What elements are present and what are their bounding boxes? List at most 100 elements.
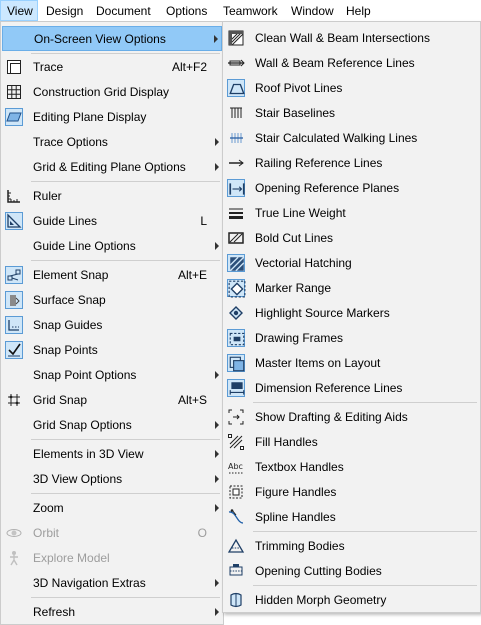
- submenu-item-bold-cut-lines[interactable]: Bold Cut Lines: [224, 226, 479, 251]
- submenu-item-cutting-bodies[interactable]: Opening Cutting Bodies: [224, 559, 479, 584]
- menu-item-3d-navigation-extras[interactable]: 3D Navigation Extras: [2, 571, 222, 596]
- menu-item-label: Snap Guides: [33, 318, 103, 332]
- shortcut-label: O: [197, 526, 207, 540]
- figure-handles-icon: [227, 483, 245, 501]
- menu-bar: View Design Document Options Teamwork Wi…: [0, 0, 481, 21]
- menu-item-grid-editing-plane-options[interactable]: Grid & Editing Plane Options: [2, 155, 222, 180]
- submenu-item-label: Wall & Beam Reference Lines: [255, 56, 415, 70]
- menu-item-label: Orbit: [33, 526, 60, 540]
- menu-item-label: Trace Options: [33, 135, 108, 149]
- menu-item-editing-plane-display[interactable]: Editing Plane Display: [2, 105, 222, 130]
- menu-item-element-snap[interactable]: Element Snap Alt+E: [2, 263, 222, 288]
- menu-separator: [31, 439, 220, 440]
- menu-separator: [31, 53, 220, 54]
- submenu-item-stair-baselines[interactable]: Stair Baselines: [224, 101, 479, 126]
- submenu-item-clean-intersections[interactable]: Clean Wall & Beam Intersections: [224, 26, 479, 51]
- guide-lines-icon: [5, 212, 23, 230]
- railing-reference-icon: [227, 154, 245, 172]
- menu-item-construction-grid-display[interactable]: Construction Grid Display: [2, 80, 222, 105]
- submenu-item-drawing-frames[interactable]: Drawing Frames: [224, 326, 479, 351]
- submenu-item-marker-range[interactable]: Marker Range: [224, 276, 479, 301]
- submenu-arrow-icon: [215, 138, 219, 146]
- menu-item-label: Trace: [33, 60, 64, 74]
- submenu-item-drafting-aids[interactable]: Show Drafting & Editing Aids: [224, 405, 479, 430]
- menu-item-label: Element Snap: [33, 268, 109, 282]
- submenu-item-label: Roof Pivot Lines: [255, 81, 343, 95]
- submenu-item-reference-lines[interactable]: Wall & Beam Reference Lines: [224, 51, 479, 76]
- menu-item-ruler[interactable]: Ruler: [2, 184, 222, 209]
- submenu-item-label: Railing Reference Lines: [255, 156, 383, 170]
- submenu-item-dimension-reference[interactable]: Dimension Reference Lines: [224, 376, 479, 401]
- construction-grid-icon: [5, 83, 23, 101]
- submenu-item-walking-lines[interactable]: Stair Calculated Walking Lines: [224, 126, 479, 151]
- submenu-item-label: Dimension Reference Lines: [255, 381, 403, 395]
- submenu-item-railing-reference[interactable]: Railing Reference Lines: [224, 151, 479, 176]
- submenu-item-label: Clean Wall & Beam Intersections: [255, 31, 430, 45]
- submenu-item-figure-handles[interactable]: Figure Handles: [224, 480, 479, 505]
- snap-guides-icon: [5, 316, 23, 334]
- menu-item-snap-point-options[interactable]: Snap Point Options: [2, 363, 222, 388]
- menu-item-label: Guide Lines: [33, 214, 98, 228]
- menu-design[interactable]: Design: [40, 0, 89, 21]
- snap-points-icon: [5, 341, 23, 359]
- menu-item-label: Snap Points: [33, 343, 98, 357]
- menu-item-3d-view-options[interactable]: 3D View Options: [2, 467, 222, 492]
- submenu-item-label: Vectorial Hatching: [255, 256, 352, 270]
- menu-item-trace[interactable]: Trace Alt+F2: [2, 55, 222, 80]
- submenu-item-textbox-handles[interactable]: Abc Textbox Handles: [224, 455, 479, 480]
- menu-separator: [31, 597, 220, 598]
- submenu-arrow-icon: [215, 504, 219, 512]
- submenu-item-label: True Line Weight: [255, 206, 346, 220]
- reference-lines-icon: [227, 54, 245, 72]
- menu-teamwork[interactable]: Teamwork: [217, 0, 284, 21]
- submenu-arrow-icon: [215, 608, 219, 616]
- menu-item-grid-snap-options[interactable]: Grid Snap Options: [2, 413, 222, 438]
- drawing-frames-icon: [227, 329, 245, 347]
- menu-document[interactable]: Document: [90, 0, 157, 21]
- menu-item-guide-line-options[interactable]: Guide Line Options: [2, 234, 222, 259]
- menu-item-trace-options[interactable]: Trace Options: [2, 130, 222, 155]
- menu-item-snap-points[interactable]: Snap Points: [2, 338, 222, 363]
- menu-item-orbit[interactable]: Orbit O: [2, 521, 222, 546]
- textbox-handles-icon: Abc: [227, 458, 245, 476]
- menu-help[interactable]: Help: [340, 0, 377, 21]
- menu-item-zoom[interactable]: Zoom: [2, 496, 222, 521]
- submenu-item-morph-geometry[interactable]: Hidden Morph Geometry: [224, 588, 479, 612]
- submenu-item-label: Fill Handles: [255, 435, 318, 449]
- menu-window[interactable]: Window: [285, 0, 340, 21]
- submenu-item-spline-handles[interactable]: Spline Handles: [224, 505, 479, 530]
- shortcut-label: L: [200, 214, 207, 228]
- shortcut-label: Alt+F2: [171, 60, 207, 74]
- menu-item-snap-guides[interactable]: Snap Guides: [2, 313, 222, 338]
- walking-lines-icon: [227, 129, 245, 147]
- submenu-arrow-icon: [215, 450, 219, 458]
- menu-item-elements-in-3d-view[interactable]: Elements in 3D View: [2, 442, 222, 467]
- submenu-item-label: Master Items on Layout: [255, 356, 381, 370]
- submenu-item-source-markers[interactable]: Highlight Source Markers: [224, 301, 479, 326]
- submenu-item-label: Show Drafting & Editing Aids: [255, 410, 408, 424]
- menu-item-surface-snap[interactable]: Surface Snap: [2, 288, 222, 313]
- view-menu: On-Screen View Options Trace Alt+F2 Cons…: [0, 21, 224, 625]
- submenu-item-true-line-weight[interactable]: True Line Weight: [224, 201, 479, 226]
- editing-plane-icon: [5, 108, 23, 126]
- submenu-item-master-items[interactable]: Master Items on Layout: [224, 351, 479, 376]
- menu-item-label: Construction Grid Display: [33, 85, 170, 99]
- submenu-item-vectorial-hatching[interactable]: Vectorial Hatching: [224, 251, 479, 276]
- menu-item-grid-snap[interactable]: Grid Snap Alt+S: [2, 388, 222, 413]
- submenu-item-fill-handles[interactable]: Fill Handles: [224, 430, 479, 455]
- submenu-item-opening-planes[interactable]: Opening Reference Planes: [224, 176, 479, 201]
- menu-item-on-screen-view-options[interactable]: On-Screen View Options: [2, 26, 222, 51]
- trimming-bodies-icon: [227, 537, 245, 555]
- bold-cut-icon: [227, 229, 245, 247]
- menu-item-explore-model[interactable]: Explore Model: [2, 546, 222, 571]
- line-weight-icon: [227, 204, 245, 222]
- orbit-icon: [5, 524, 23, 542]
- menu-item-refresh[interactable]: Refresh: [2, 600, 222, 624]
- master-items-icon: [227, 354, 245, 372]
- submenu-item-roof-pivot-lines[interactable]: Roof Pivot Lines: [224, 76, 479, 101]
- submenu-item-trimming-bodies[interactable]: Trimming Bodies: [224, 534, 479, 559]
- menu-item-label: Ruler: [33, 189, 62, 203]
- menu-view[interactable]: View: [0, 0, 38, 21]
- menu-item-guide-lines[interactable]: Guide Lines L: [2, 209, 222, 234]
- menu-options[interactable]: Options: [160, 0, 213, 21]
